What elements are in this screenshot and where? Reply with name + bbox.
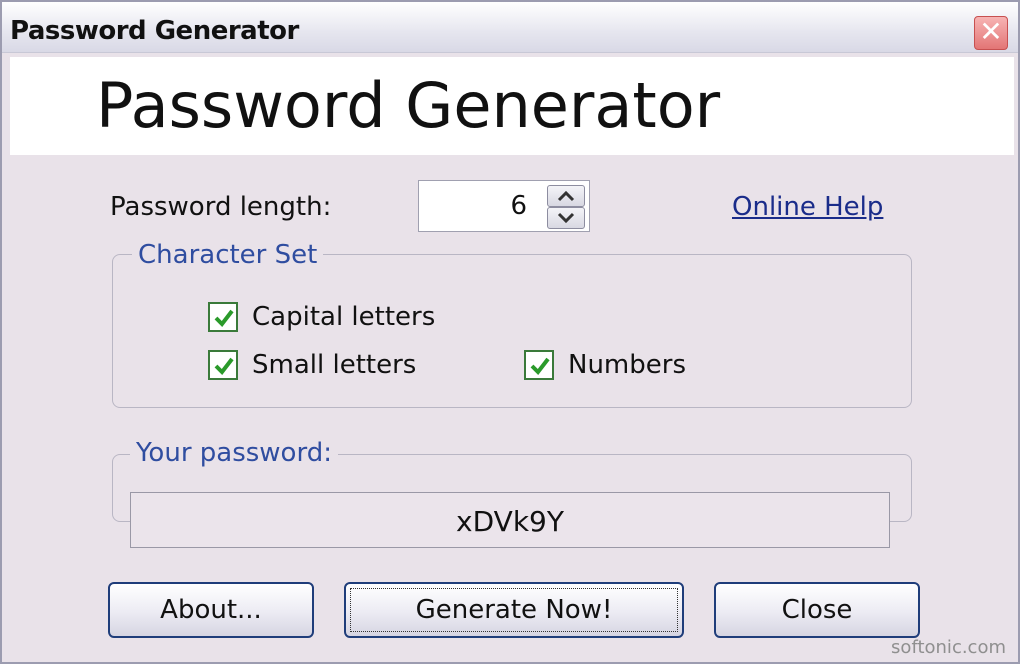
password-length-label: Password length:	[110, 192, 332, 222]
watermark-text: softonic.com	[891, 637, 1006, 658]
header-banner: Password Generator	[10, 57, 1014, 155]
chevron-down-icon	[557, 212, 575, 224]
decrement-button[interactable]	[547, 207, 585, 229]
generate-now-button[interactable]: Generate Now!	[344, 582, 684, 638]
checkmark-icon	[214, 309, 234, 328]
capital-letters-label[interactable]: Capital letters	[252, 302, 435, 332]
character-set-legend: Character Set	[132, 240, 324, 270]
password-length-stepper[interactable]: 6	[418, 180, 590, 232]
chevron-up-icon	[557, 190, 575, 202]
small-letters-label[interactable]: Small letters	[252, 350, 416, 380]
increment-button[interactable]	[547, 185, 585, 207]
about-button[interactable]: About...	[108, 582, 314, 638]
checkmark-icon	[530, 357, 550, 376]
password-generator-window: Password Generator ✕ Password Generator …	[0, 0, 1020, 664]
checkmark-icon	[214, 357, 234, 376]
close-icon: ✕	[979, 15, 1003, 48]
password-value[interactable]: xDVk9Y	[131, 505, 889, 538]
header-title: Password Generator	[96, 69, 721, 142]
password-output-field[interactable]: xDVk9Y	[130, 492, 890, 548]
title-bar[interactable]: Password Generator ✕	[2, 2, 1018, 53]
window-title: Password Generator	[10, 16, 299, 46]
small-letters-checkbox[interactable]	[208, 350, 238, 380]
your-password-legend: Your password:	[130, 438, 338, 468]
numbers-checkbox[interactable]	[524, 350, 554, 380]
capital-letters-checkbox[interactable]	[208, 302, 238, 332]
password-length-value[interactable]: 6	[510, 191, 527, 221]
numbers-label[interactable]: Numbers	[568, 350, 686, 380]
close-button[interactable]: Close	[714, 582, 920, 638]
window-close-button[interactable]: ✕	[974, 16, 1008, 50]
online-help-link[interactable]: Online Help	[732, 192, 883, 222]
